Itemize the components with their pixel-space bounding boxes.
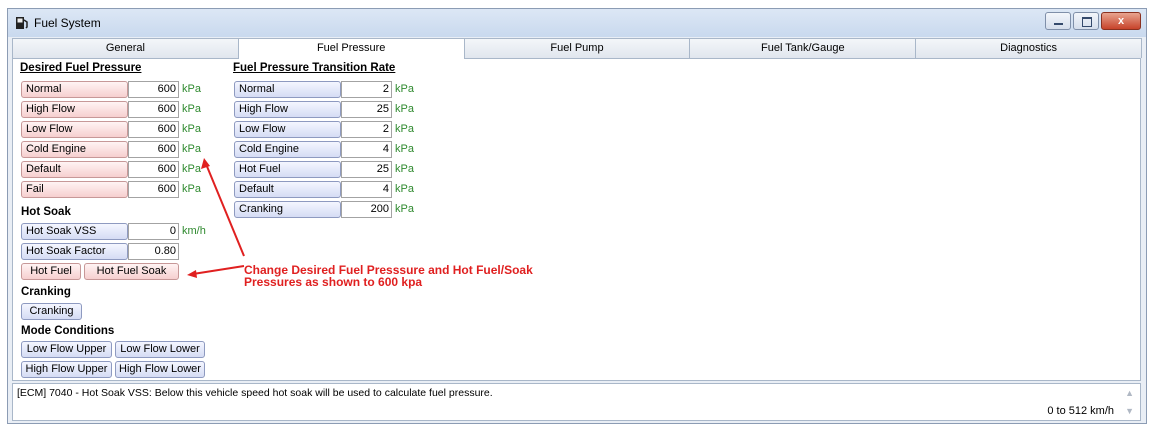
desired-normal-label[interactable]: Normal <box>21 81 128 98</box>
desired-high-flow-label[interactable]: High Flow <box>21 101 128 118</box>
transition-default-value[interactable]: 4 <box>341 181 392 198</box>
transition-low-flow-label[interactable]: Low Flow <box>234 121 341 138</box>
scroll-down-icon[interactable]: ▼ <box>1125 406 1134 416</box>
annotation-arrows <box>187 158 245 278</box>
title-bar: Fuel System x <box>8 9 1146 37</box>
desired-default-label[interactable]: Default <box>21 161 128 178</box>
desired-fuel-pressure-heading: Desired Fuel Pressure <box>20 62 142 74</box>
tab-fuel-tank-gauge[interactable]: Fuel Tank/Gauge <box>689 38 917 58</box>
transition-high-flow-label[interactable]: High Flow <box>234 101 341 118</box>
status-range: 0 to 512 km/h <box>1047 405 1114 417</box>
minimize-button[interactable] <box>1045 12 1071 30</box>
transition-high-flow-unit: kPa <box>395 103 414 115</box>
fuel-pump-icon <box>16 17 28 29</box>
desired-cold-engine-label[interactable]: Cold Engine <box>21 141 128 158</box>
desired-normal-unit: kPa <box>182 83 201 95</box>
desired-high-flow-unit: kPa <box>182 103 201 115</box>
annotation-text: Change Desired Fuel Presssure and Hot Fu… <box>244 264 533 288</box>
annotation-arrowhead-up <box>201 158 210 169</box>
desired-fail-value[interactable]: 600 <box>128 181 179 198</box>
transition-normal-label[interactable]: Normal <box>234 81 341 98</box>
annotation-arrow-up <box>205 163 245 257</box>
transition-hot-fuel-value[interactable]: 25 <box>341 161 392 178</box>
tab-fuel-pressure[interactable]: Fuel Pressure <box>237 38 465 59</box>
status-message: [ECM] 7040 - Hot Soak VSS: Below this ve… <box>17 387 493 399</box>
scroll-up-icon[interactable]: ▲ <box>1125 388 1134 398</box>
transition-hot-fuel-unit: kPa <box>395 163 414 175</box>
low-flow-lower-button[interactable]: Low Flow Lower <box>115 341 205 358</box>
high-flow-lower-button[interactable]: High Flow Lower <box>115 361 205 378</box>
hot-soak-vss-value[interactable]: 0 <box>128 223 179 240</box>
transition-cranking-value[interactable]: 200 <box>341 201 392 218</box>
desired-high-flow-value[interactable]: 600 <box>128 101 179 118</box>
desired-low-flow-unit: kPa <box>182 123 201 135</box>
transition-cold-engine-value[interactable]: 4 <box>341 141 392 158</box>
transition-rate-heading: Fuel Pressure Transition Rate <box>233 62 396 74</box>
fuel-pressure-panel: Desired Fuel Pressure Normal 600 kPa Hig… <box>12 58 1141 381</box>
desired-default-value[interactable]: 600 <box>128 161 179 178</box>
annotation-line-2: Pressures as shown to 600 kpa <box>244 275 423 289</box>
transition-normal-value[interactable]: 2 <box>341 81 392 98</box>
maximize-button[interactable] <box>1073 12 1099 30</box>
annotation-arrow-left <box>192 265 245 275</box>
desired-fail-label[interactable]: Fail <box>21 181 128 198</box>
transition-high-flow-value[interactable]: 25 <box>341 101 392 118</box>
transition-cold-engine-unit: kPa <box>395 143 414 155</box>
transition-low-flow-value[interactable]: 2 <box>341 121 392 138</box>
desired-normal-value[interactable]: 600 <box>128 81 179 98</box>
tab-general[interactable]: General <box>12 38 239 58</box>
window-title: Fuel System <box>34 16 101 30</box>
low-flow-upper-button[interactable]: Low Flow Upper <box>21 341 112 358</box>
status-panel: [ECM] 7040 - Hot Soak VSS: Below this ve… <box>12 383 1141 421</box>
desired-low-flow-value[interactable]: 600 <box>128 121 179 138</box>
tab-fuel-pump[interactable]: Fuel Pump <box>463 38 691 58</box>
hot-fuel-button[interactable]: Hot Fuel <box>21 263 81 280</box>
minimize-icon <box>1054 23 1063 25</box>
tab-diagnostics[interactable]: Diagnostics <box>915 38 1142 58</box>
desired-low-flow-label[interactable]: Low Flow <box>21 121 128 138</box>
fuel-system-window: Fuel System x General Fuel Pressure Fuel… <box>7 8 1147 424</box>
annotation-arrowhead-left <box>187 270 197 278</box>
hot-fuel-soak-button[interactable]: Hot Fuel Soak <box>84 263 179 280</box>
cranking-heading: Cranking <box>21 286 71 298</box>
close-button[interactable]: x <box>1101 12 1141 30</box>
transition-low-flow-unit: kPa <box>395 123 414 135</box>
maximize-icon <box>1082 17 1092 27</box>
desired-cold-engine-value[interactable]: 600 <box>128 141 179 158</box>
transition-normal-unit: kPa <box>395 83 414 95</box>
close-icon: x <box>1117 15 1125 27</box>
tab-bar: General Fuel Pressure Fuel Pump Fuel Tan… <box>12 38 1142 59</box>
hot-soak-factor-label[interactable]: Hot Soak Factor <box>21 243 128 260</box>
cranking-button[interactable]: Cranking <box>21 303 82 320</box>
high-flow-upper-button[interactable]: High Flow Upper <box>21 361 112 378</box>
mode-conditions-heading: Mode Conditions <box>21 325 115 337</box>
hot-soak-factor-value[interactable]: 0.80 <box>128 243 179 260</box>
hot-soak-vss-label[interactable]: Hot Soak VSS <box>21 223 128 240</box>
transition-default-unit: kPa <box>395 183 414 195</box>
hot-soak-heading: Hot Soak <box>21 206 71 218</box>
transition-cranking-unit: kPa <box>395 203 414 215</box>
